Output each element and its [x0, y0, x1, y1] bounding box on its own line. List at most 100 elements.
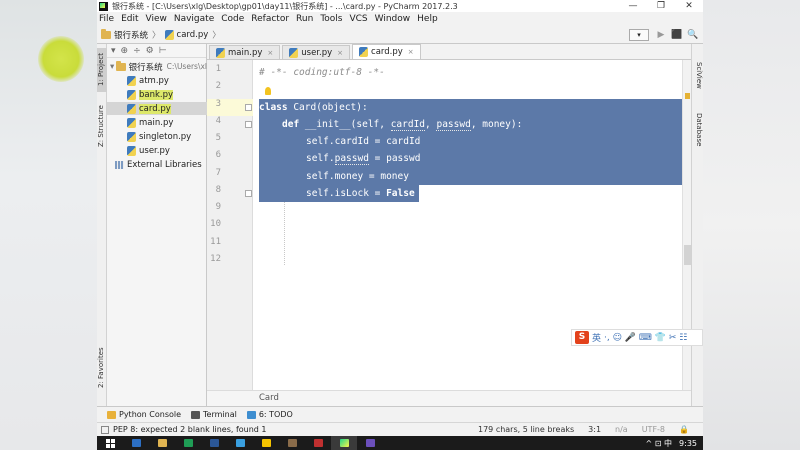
- tab-database[interactable]: Database: [693, 108, 703, 152]
- tab-favorites[interactable]: 2: Favorites: [97, 344, 107, 392]
- clock[interactable]: 9:35: [679, 439, 697, 448]
- tree-file-user[interactable]: user.py: [127, 144, 170, 157]
- gear-icon[interactable]: ⚙: [146, 46, 154, 56]
- tree-root[interactable]: ▾ 银行系统 C:\Users\xl: [107, 60, 207, 73]
- taskbar-app[interactable]: [305, 436, 331, 450]
- tab-user-py[interactable]: user.py ×: [282, 45, 351, 59]
- maximize-button[interactable]: ❐: [647, 1, 675, 11]
- left-tool-strip: 1: Project Z: Structure 2: Favorites: [97, 44, 107, 406]
- status-bar: PEP 8: expected 2 blank lines, found 1 1…: [97, 422, 703, 436]
- status-char-count: 179 chars, 5 line breaks: [478, 425, 575, 434]
- desktop-decoration: [38, 36, 84, 82]
- tab-sciview[interactable]: SciView: [693, 54, 703, 96]
- taskbar-app[interactable]: [227, 436, 253, 450]
- run-config-dropdown[interactable]: ▾: [629, 29, 649, 41]
- taskbar-app[interactable]: [123, 436, 149, 450]
- taskbar-app[interactable]: [253, 436, 279, 450]
- tab-label: 6: TODO: [258, 410, 293, 419]
- warning-marker[interactable]: [685, 93, 690, 99]
- code-text: = passwd: [368, 153, 421, 164]
- fold-marker[interactable]: [245, 190, 252, 197]
- fold-marker[interactable]: [245, 121, 252, 128]
- tree-file-main[interactable]: main.py: [127, 116, 173, 129]
- line-number: 3: [215, 99, 221, 109]
- taskbar-app-pycharm[interactable]: [331, 436, 357, 450]
- tab-python-console[interactable]: Python Console: [107, 410, 181, 419]
- search-icon[interactable]: 🔍: [687, 30, 699, 40]
- app-icon: [313, 439, 323, 447]
- menu-edit[interactable]: Edit: [121, 14, 138, 24]
- tab-label: user.py: [301, 47, 333, 58]
- breadcrumb-file-label: card.py: [176, 29, 209, 40]
- debug-icon[interactable]: ⬛: [671, 30, 683, 40]
- ime-language[interactable]: 英: [592, 331, 601, 344]
- breadcrumb-project[interactable]: 银行系统: [101, 28, 148, 41]
- breadcrumb-file[interactable]: card.py: [164, 29, 209, 40]
- menu-file[interactable]: File: [99, 14, 114, 24]
- tab-card-py[interactable]: card.py ×: [352, 44, 421, 59]
- taskbar-app[interactable]: [149, 436, 175, 450]
- folder-icon: [101, 28, 111, 39]
- tab-main-py[interactable]: main.py ×: [209, 45, 281, 59]
- app-icon: [183, 439, 193, 447]
- menu-code[interactable]: Code: [221, 14, 244, 24]
- menu-help[interactable]: Help: [417, 14, 438, 24]
- windows-logo-icon: [105, 438, 115, 448]
- menu-navigate[interactable]: Navigate: [174, 14, 214, 24]
- menu-run[interactable]: Run: [296, 14, 313, 24]
- tab-project[interactable]: 1: Project: [97, 48, 107, 92]
- line-number: 10: [210, 219, 221, 229]
- taskbar-app[interactable]: [201, 436, 227, 450]
- lock-icon[interactable]: 🔒: [679, 425, 689, 434]
- tree-file-atm[interactable]: atm.py: [127, 74, 169, 87]
- python-file-icon: [216, 47, 225, 58]
- tree-root-label: 银行系统: [128, 62, 163, 73]
- hide-icon[interactable]: ⊢: [159, 46, 167, 56]
- menu-window[interactable]: Window: [375, 14, 411, 24]
- run-icon[interactable]: ▶: [655, 30, 667, 40]
- app-icon: [235, 439, 245, 447]
- taskbar-app[interactable]: [279, 436, 305, 450]
- python-file-icon: [164, 29, 174, 40]
- menu-tools[interactable]: Tools: [320, 14, 342, 24]
- python-file-icon: [127, 145, 136, 156]
- menu-vcs[interactable]: VCS: [349, 14, 367, 24]
- tab-todo[interactable]: 6: TODO: [246, 410, 293, 419]
- tree-file-bank[interactable]: bank.py: [127, 88, 174, 101]
- status-encoding[interactable]: UTF-8: [642, 425, 665, 434]
- app-icon: [365, 439, 375, 447]
- windows-start-button[interactable]: [97, 436, 123, 450]
- tree-file-card[interactable]: card.py: [107, 102, 207, 115]
- ime-tool-icons[interactable]: ·, ☺ 🎤 ⌨ 👕 ✂ ☷: [604, 333, 687, 343]
- close-tab-icon[interactable]: ×: [408, 48, 414, 56]
- tree-external-libraries[interactable]: External Libraries: [115, 158, 202, 171]
- tree-file-singleton[interactable]: singleton.py: [127, 130, 191, 143]
- scroll-thumb[interactable]: [684, 245, 691, 265]
- sync-icon[interactable]: ⊕: [121, 46, 129, 56]
- code-text: self.: [306, 153, 335, 164]
- taskbar-app[interactable]: [357, 436, 383, 450]
- taskbar-app[interactable]: [175, 436, 201, 450]
- project-view-dropdown[interactable]: ▾: [111, 46, 116, 56]
- minimize-button[interactable]: —: [619, 1, 647, 11]
- editor-breadcrumb[interactable]: Card: [207, 390, 691, 406]
- tab-structure[interactable]: Z: Structure: [97, 102, 107, 150]
- lightbulb-icon[interactable]: [265, 87, 271, 95]
- navigation-bar: 银行系统 〉 card.py 〉 ▾ ▶ ⬛ 🔍: [97, 26, 703, 44]
- event-log-icon[interactable]: [101, 425, 109, 434]
- status-line-separator[interactable]: n/a: [615, 425, 628, 434]
- close-tab-icon[interactable]: ×: [337, 49, 343, 57]
- close-button[interactable]: ✕: [675, 1, 703, 11]
- tab-terminal[interactable]: Terminal: [191, 410, 237, 419]
- menu-view[interactable]: View: [146, 14, 167, 24]
- tray-icons[interactable]: ^ ⊡ 中: [646, 438, 673, 449]
- project-toolbar: ▾ ⊕ ÷ ⚙ ⊢: [107, 44, 206, 58]
- menu-refactor[interactable]: Refactor: [251, 14, 289, 24]
- library-icon: [115, 160, 124, 169]
- app-icon: [261, 439, 271, 447]
- status-caret-position[interactable]: 3:1: [588, 425, 601, 434]
- sogou-logo[interactable]: S: [575, 331, 589, 344]
- fold-marker[interactable]: [245, 104, 252, 111]
- collapse-icon[interactable]: ÷: [133, 46, 141, 56]
- close-tab-icon[interactable]: ×: [267, 49, 273, 57]
